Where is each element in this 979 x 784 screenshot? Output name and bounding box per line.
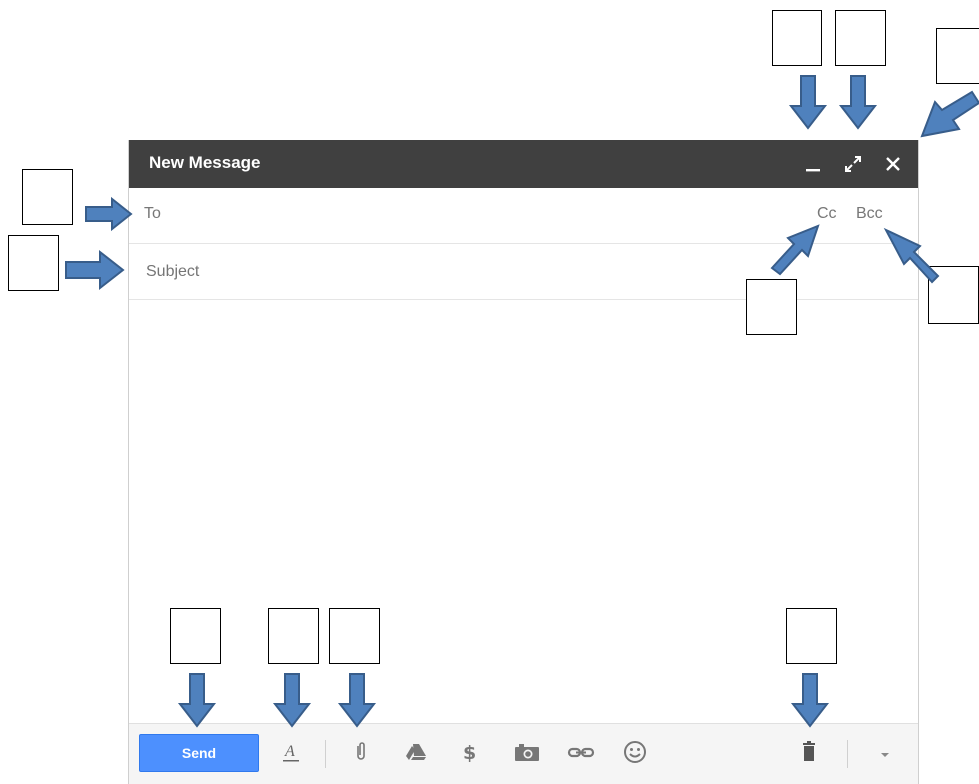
link-icon[interactable] — [567, 738, 595, 766]
annotation-arrow-expand — [838, 75, 878, 130]
emoji-icon[interactable] — [621, 738, 649, 766]
annotation-box-send — [170, 608, 221, 664]
trash-icon[interactable] — [795, 738, 823, 766]
camera-icon[interactable] — [513, 738, 541, 766]
annotation-box-attach — [329, 608, 380, 664]
compose-title: New Message — [149, 153, 261, 172]
annotation-box-trash — [786, 608, 837, 664]
formatting-icon[interactable]: A — [277, 738, 305, 766]
to-input[interactable] — [199, 198, 803, 234]
annotation-box-to — [22, 169, 73, 225]
annotation-arrow-close — [920, 90, 979, 138]
send-button[interactable]: Send — [139, 734, 259, 772]
annotation-box-formatting — [268, 608, 319, 664]
annotation-arrow-attach — [337, 673, 377, 728]
annotation-arrow-to — [85, 196, 133, 232]
compose-titlebar[interactable]: New Message — [129, 140, 918, 188]
annotation-arrow-subject — [65, 249, 125, 291]
annotation-box-subject — [8, 235, 59, 291]
annotation-arrow-minimize — [788, 75, 828, 130]
toolbar-divider — [847, 740, 848, 768]
to-label: To — [144, 205, 161, 222]
annotation-box-cc — [746, 279, 797, 335]
more-options-icon[interactable] — [871, 738, 899, 766]
close-icon[interactable] — [881, 152, 905, 176]
annotation-box-minimize — [772, 10, 822, 66]
minimize-icon[interactable] — [801, 152, 825, 176]
svg-text:$: $ — [463, 742, 476, 764]
drive-icon[interactable] — [403, 738, 431, 766]
toolbar-divider — [325, 740, 326, 768]
annotation-arrow-formatting — [272, 673, 312, 728]
compose-toolbar: Send A $ — [129, 723, 918, 784]
expand-icon[interactable] — [841, 152, 865, 176]
attach-icon[interactable] — [347, 738, 375, 766]
money-icon[interactable]: $ — [457, 738, 485, 766]
annotation-arrow-bcc — [883, 227, 940, 284]
svg-text:A: A — [284, 743, 295, 760]
annotation-box-expand — [835, 10, 886, 66]
bcc-link[interactable]: Bcc — [856, 205, 883, 223]
annotation-arrow-send — [177, 673, 217, 728]
annotation-box-close — [936, 28, 979, 84]
cc-link[interactable]: Cc — [817, 205, 837, 223]
annotation-arrow-trash — [790, 673, 830, 728]
annotation-arrow-cc — [770, 224, 820, 276]
